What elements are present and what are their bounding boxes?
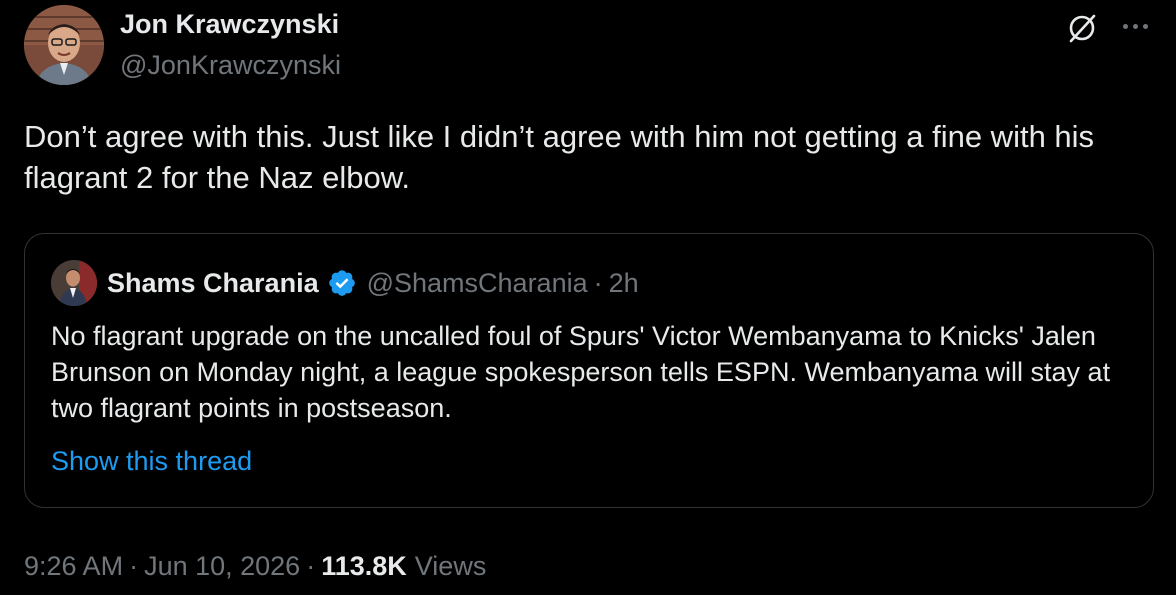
show-thread-link[interactable]: Show this thread: [51, 446, 252, 477]
header-separator: ·: [593, 267, 603, 298]
grok-icon[interactable]: [1062, 8, 1102, 48]
tweet-date[interactable]: Jun 10, 2026: [144, 551, 300, 582]
quoted-author-avatar-image: [51, 260, 97, 306]
more-options-icon[interactable]: [1118, 12, 1152, 40]
author-avatar-image: [24, 5, 104, 85]
author-handle[interactable]: @JonKrawczynski: [120, 50, 341, 81]
quoted-tweet-text: No flagrant upgrade on the uncalled foul…: [51, 321, 1111, 423]
tweet-metadata: 9:26 AM · Jun 10, 2026 · 113.8K Views: [24, 549, 486, 583]
views-label[interactable]: Views: [415, 551, 487, 582]
tweet-text: Don’t agree with this. Just like I didn’…: [24, 119, 1095, 195]
author-avatar[interactable]: [24, 5, 104, 85]
quoted-author-avatar[interactable]: [51, 260, 97, 306]
quoted-tweet-time[interactable]: 2h: [609, 268, 639, 299]
tweet-time[interactable]: 9:26 AM: [24, 551, 123, 582]
meta-separator: ·: [129, 550, 139, 581]
author-name[interactable]: Jon Krawczynski: [120, 9, 339, 40]
views-count[interactable]: 113.8K: [321, 551, 407, 582]
quoted-author-handle[interactable]: @ShamsCharania: [367, 268, 588, 299]
verified-badge-icon[interactable]: [327, 268, 357, 298]
quoted-tweet-card[interactable]: Shams Charania @ShamsCharania · 2h No fl…: [24, 233, 1154, 508]
quoted-tweet-header: Shams Charania @ShamsCharania · 2h: [107, 266, 639, 300]
quoted-author-name[interactable]: Shams Charania: [107, 268, 319, 299]
meta-separator: ·: [306, 550, 316, 581]
